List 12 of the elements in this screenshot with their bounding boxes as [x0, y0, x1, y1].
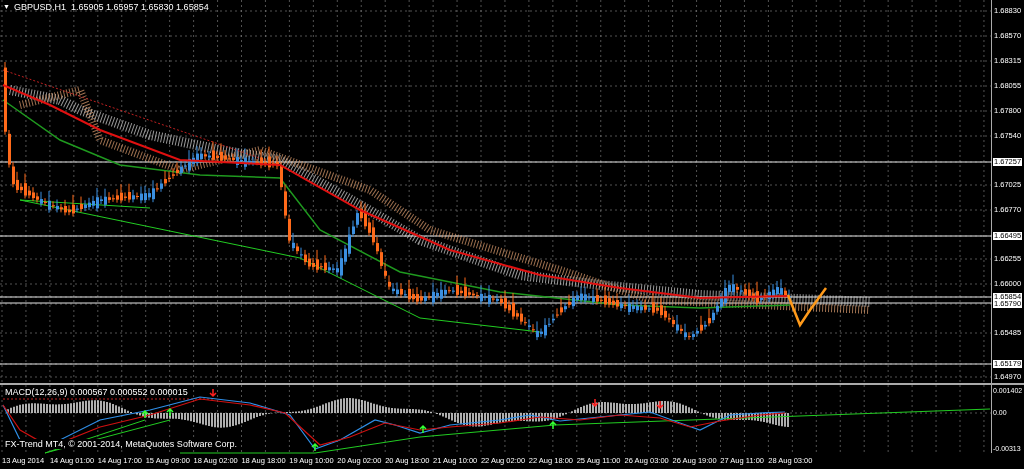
up-arrow-icon — [166, 407, 174, 417]
symbol-info: GBPUSD,H1 1.65905 1.65957 1.65830 1.65854 — [14, 2, 209, 13]
down-arrow-icon — [656, 400, 664, 410]
up-arrow-icon — [549, 420, 557, 430]
forecast-zigzag-line — [786, 287, 827, 328]
up-arrow-icon — [141, 409, 149, 419]
down-arrow-icon — [591, 398, 599, 408]
macd-label: MACD(12,26,9) 0.000567 0.000552 0.000015 — [5, 387, 188, 397]
copyright-text: FX-Trend MT4, © 2001-2014, MetaQuotes Software Corp. — [5, 439, 237, 449]
up-arrow-icon — [311, 442, 319, 452]
up-arrow-icon — [419, 424, 427, 434]
down-arrow-icon — [209, 388, 217, 398]
